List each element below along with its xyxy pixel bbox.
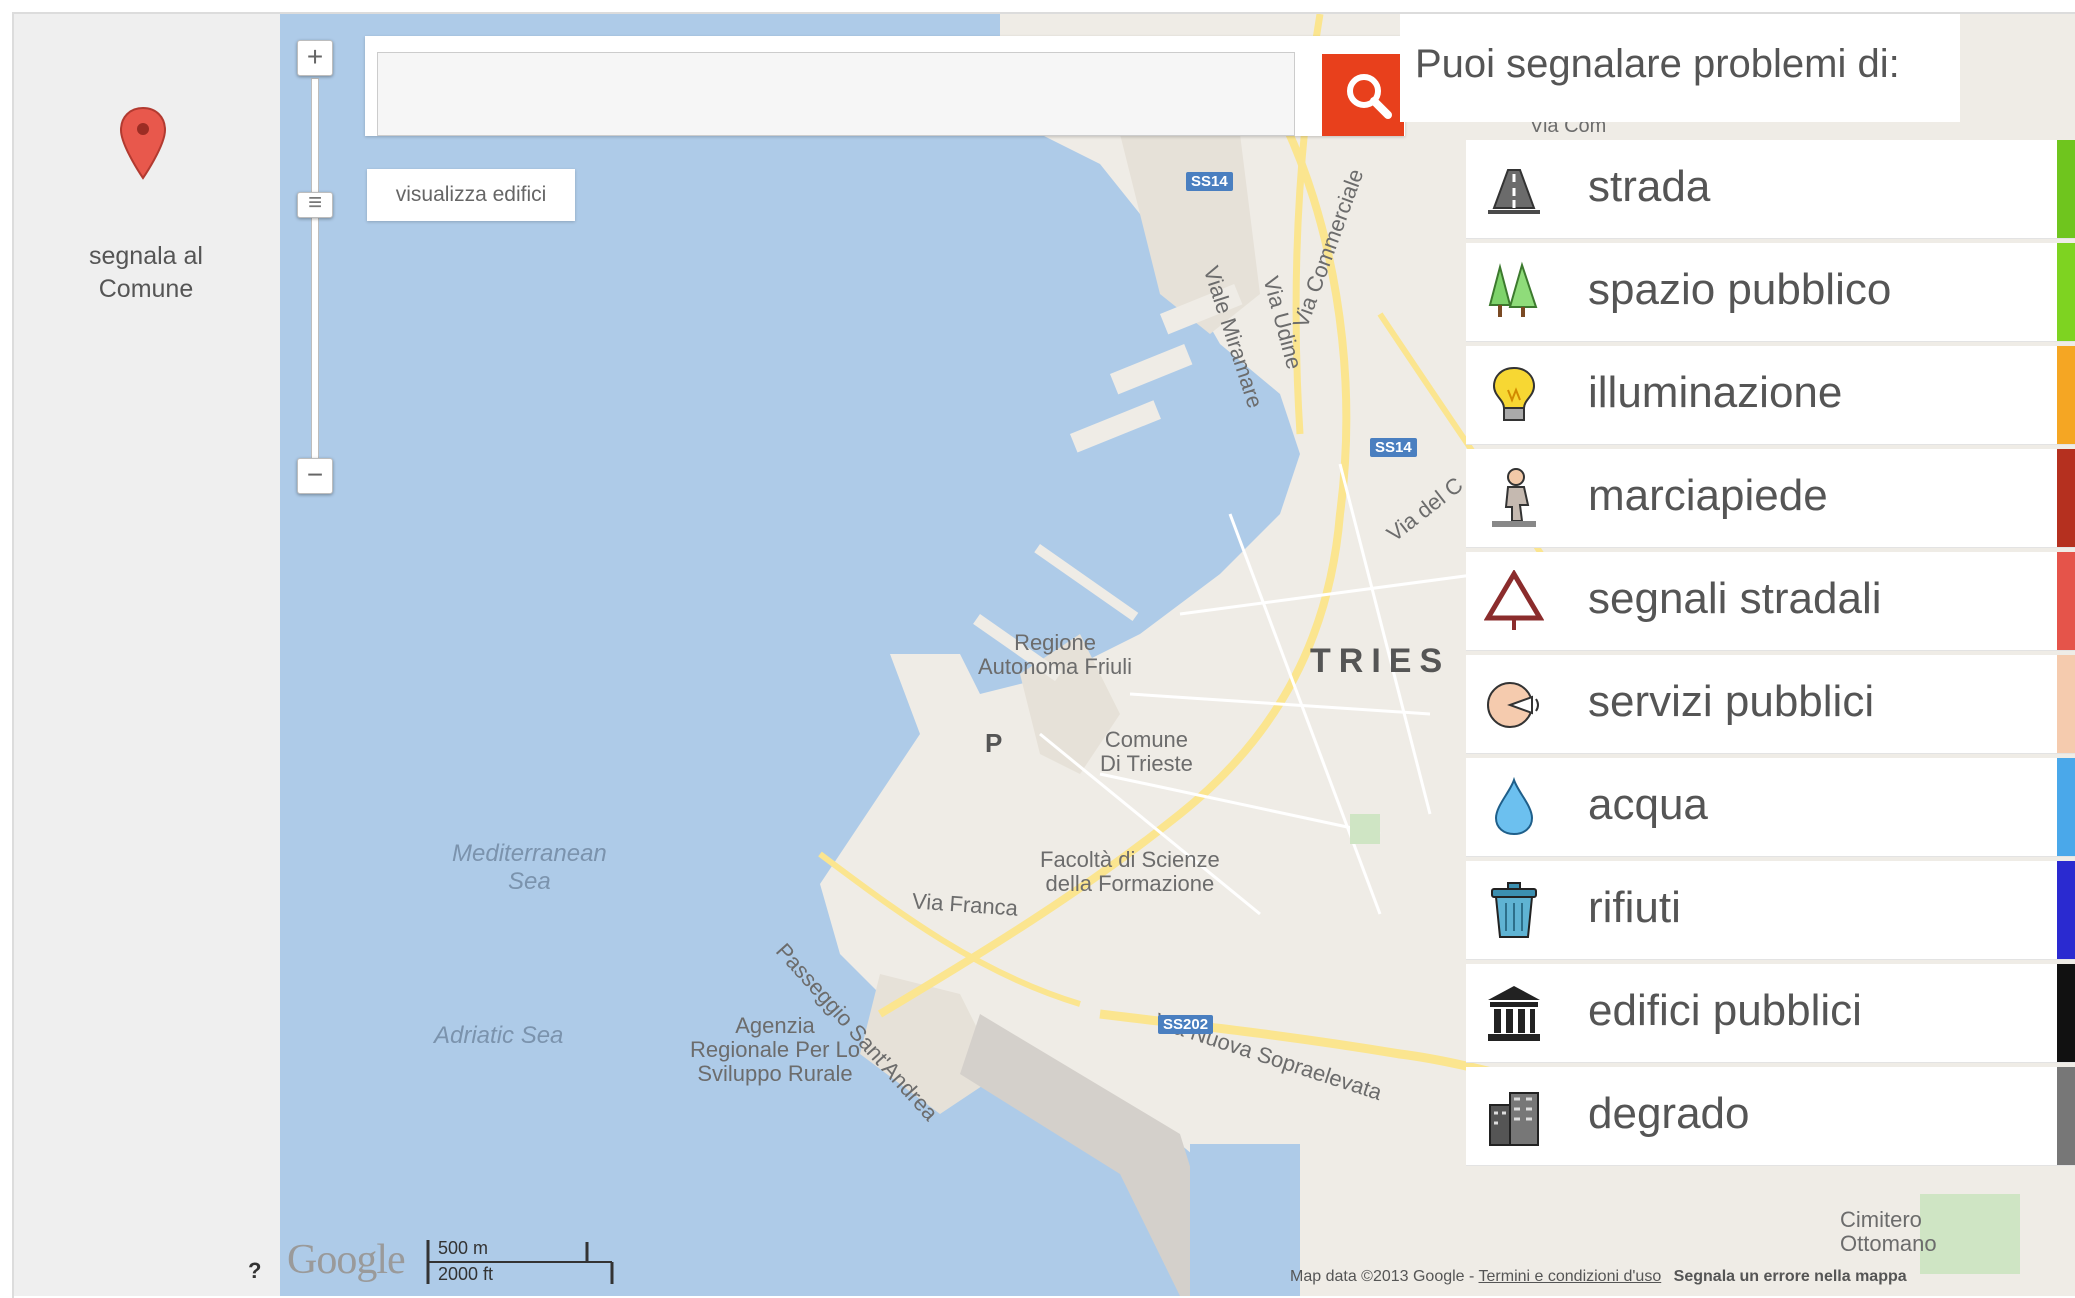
category-color-stripe <box>2057 964 2075 1062</box>
category-color-stripe <box>2057 655 2075 753</box>
sidebar: segnala al Comune <box>14 14 280 1296</box>
category-label: servizi pubblici <box>1588 677 1875 726</box>
map-badge-ss14-a: SS14 <box>1186 172 1233 191</box>
map-footer: Map data ©2013 Google - Termini e condiz… <box>1290 1268 1907 1286</box>
show-buildings-button[interactable]: visualizza edifici <box>367 169 575 221</box>
lightbulb-icon <box>1492 366 1536 421</box>
map-label-agenzia: Agenzia Regionale Per Lo Sviluppo Rurale <box>690 1013 861 1086</box>
map-label-regione: Regione Autonoma Friuli <box>978 630 1133 679</box>
category-item-edifici-pubblici[interactable]: edifici pubblici <box>1466 964 2075 1063</box>
report-map-error-link[interactable]: Segnala un errore nella mappa <box>1674 1268 1907 1285</box>
map-label-mediterranean: Mediterranean Sea <box>452 840 607 895</box>
zoom-track[interactable] <box>311 78 319 480</box>
report-label-line2: Comune <box>98 275 194 303</box>
map-scale: 500 m 2000 ft <box>425 1236 615 1286</box>
category-item-segnali-stradali[interactable]: segnali stradali <box>1466 552 2075 651</box>
category-label: spazio pubblico <box>1588 265 1892 314</box>
category-color-stripe <box>2057 1067 2075 1165</box>
zoom-out-button[interactable]: − <box>297 458 333 494</box>
category-item-marciapiede[interactable]: marciapiede <box>1466 449 2075 548</box>
pedestrian-icon <box>1492 468 1536 527</box>
scale-imperial-label: 2000 ft <box>438 1264 494 1284</box>
category-label: segnali stradali <box>1588 574 1882 623</box>
zoom-slider-thumb[interactable]: ≡ <box>297 191 333 218</box>
google-logo[interactable]: Google <box>287 1236 406 1284</box>
map-label-p: P <box>985 728 1003 758</box>
search-bar <box>365 36 1405 136</box>
map-label-adriatic: Adriatic Sea <box>434 1022 564 1049</box>
category-color-stripe <box>2057 243 2075 341</box>
map-badge-ss202: SS202 <box>1158 1015 1214 1034</box>
category-color-stripe <box>2057 552 2075 650</box>
scale-metric-label: 500 m <box>438 1238 489 1258</box>
categories-list: strada spazio pubblico illuminazione mar… <box>1466 140 2075 1170</box>
category-item-servizi-pubblici[interactable]: servizi pubblici <box>1466 655 2075 754</box>
category-item-acqua[interactable]: acqua <box>1466 758 2075 857</box>
help-link[interactable]: ? <box>248 1258 261 1284</box>
zoom-in-button[interactable]: + <box>297 40 333 76</box>
category-label: degrado <box>1588 1089 1750 1138</box>
map-label-comune: Comune Di Trieste <box>1100 727 1193 776</box>
search-button[interactable] <box>1322 54 1404 136</box>
category-item-spazio-pubblico[interactable]: spazio pubblico <box>1466 243 2075 342</box>
category-item-degrado[interactable]: degrado <box>1466 1067 2075 1166</box>
terms-link[interactable]: Termini e condizioni d'uso <box>1479 1268 1662 1285</box>
category-label: strada <box>1588 162 1711 211</box>
category-item-illuminazione[interactable]: illuminazione <box>1466 346 2075 445</box>
category-label: edifici pubblici <box>1588 986 1862 1035</box>
category-item-strada[interactable]: strada <box>1466 140 2075 239</box>
trees-icon <box>1488 261 1538 317</box>
road-icon <box>1488 169 1540 214</box>
zoom-control[interactable]: + ≡ − <box>297 40 337 500</box>
warning-sign-icon <box>1484 570 1544 630</box>
decay-icon <box>1489 1092 1539 1146</box>
map-pin-icon[interactable] <box>118 106 168 180</box>
category-color-stripe <box>2057 861 2075 959</box>
category-item-rifiuti[interactable]: rifiuti <box>1466 861 2075 960</box>
water-drop-icon <box>1494 776 1534 836</box>
report-label-line1: segnala al <box>89 242 203 270</box>
map-label-cimitero: Cimitero Ottomano <box>1840 1207 1937 1256</box>
public-building-icon <box>1488 986 1540 1041</box>
category-label: marciapiede <box>1588 471 1828 520</box>
search-input[interactable] <box>377 52 1295 136</box>
category-label: acqua <box>1588 780 1708 829</box>
category-label: rifiuti <box>1588 883 1681 932</box>
report-to-municipality-label[interactable]: segnala al Comune <box>40 240 252 306</box>
category-color-stripe <box>2057 449 2075 547</box>
map-data-attribution: Map data ©2013 Google - <box>1290 1268 1475 1285</box>
search-icon <box>1347 74 1392 119</box>
category-color-stripe <box>2057 140 2075 238</box>
map-badge-ss14-b: SS14 <box>1370 438 1417 457</box>
map-label-facolta: Facoltà di Scienze della Formazione <box>1040 847 1220 896</box>
public-services-icon <box>1487 682 1539 728</box>
trash-bin-icon <box>1491 882 1537 938</box>
map-label-trieste: TRIES <box>1310 642 1451 680</box>
category-color-stripe <box>2057 346 2075 444</box>
map-canvas[interactable]: Regione Autonoma Friuli Comune Di Trieste … <box>280 14 2075 1296</box>
category-label: illuminazione <box>1588 368 1843 417</box>
categories-title: Puoi segnalare problemi di: <box>1415 42 1900 86</box>
category-color-stripe <box>2057 758 2075 856</box>
